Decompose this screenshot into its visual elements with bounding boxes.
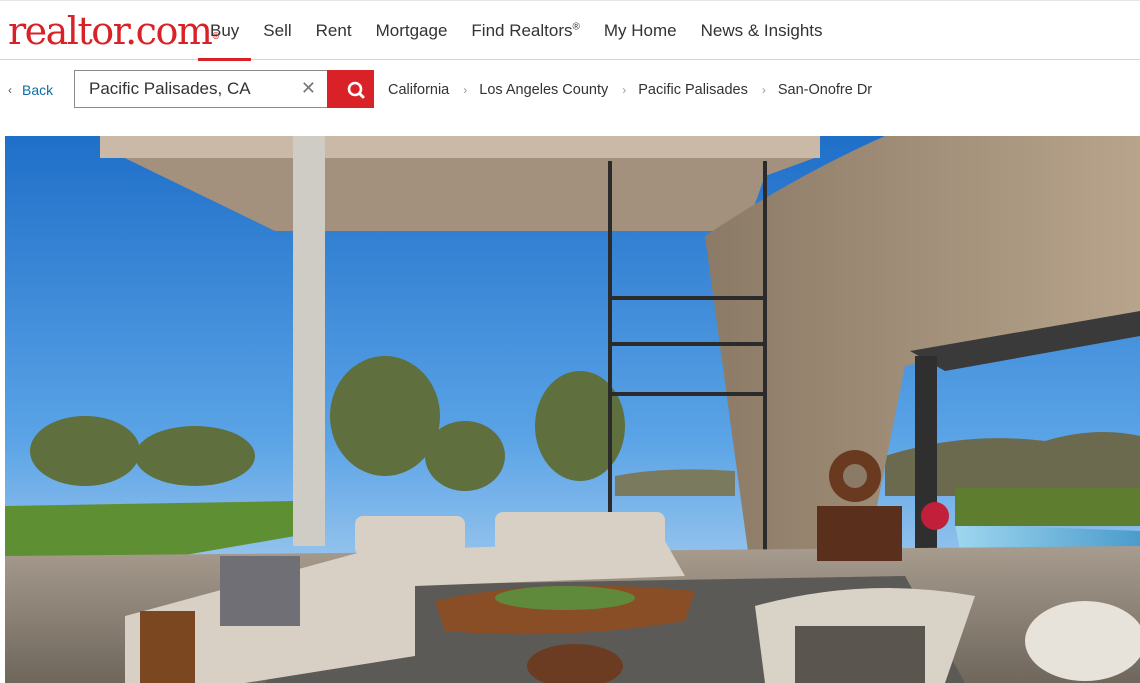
chevron-right-icon: › bbox=[463, 83, 468, 97]
chevron-right-icon: › bbox=[761, 83, 766, 97]
realtor-logo[interactable]: realtor.com® bbox=[8, 9, 220, 53]
back-link[interactable]: ‹ Back bbox=[8, 82, 53, 98]
nav-buy[interactable]: Buy bbox=[198, 1, 252, 61]
nav-sell-label: Sell bbox=[263, 21, 292, 40]
breadcrumb-los-angeles-county[interactable]: Los Angeles County bbox=[479, 82, 608, 98]
search-input[interactable] bbox=[75, 71, 285, 107]
logo-text: realtor.com bbox=[8, 9, 213, 53]
nav-news-insights[interactable]: News & Insights bbox=[689, 1, 835, 61]
nav-sell[interactable]: Sell bbox=[251, 1, 303, 61]
nav-mortgage[interactable]: Mortgage bbox=[364, 1, 460, 61]
nav-my-home[interactable]: My Home bbox=[592, 1, 689, 61]
nav-rent[interactable]: Rent bbox=[304, 1, 364, 61]
search-bar-row: ‹ Back ✕ California › Los Angeles County… bbox=[0, 60, 1140, 124]
listing-photo[interactable] bbox=[5, 136, 1140, 683]
chevron-left-icon: ‹ bbox=[8, 83, 12, 97]
close-icon[interactable]: ✕ bbox=[301, 78, 316, 99]
nav-my-home-label: My Home bbox=[603, 21, 677, 40]
breadcrumb-pacific-palisades[interactable]: Pacific Palisades bbox=[638, 82, 748, 98]
nav-news-insights-label: News & Insights bbox=[700, 21, 823, 40]
nav-mortgage-label: Mortgage bbox=[375, 21, 448, 40]
chevron-right-icon: › bbox=[622, 83, 627, 97]
listing-photo-illustration bbox=[5, 136, 1140, 683]
breadcrumb-san-onofre-dr[interactable]: San-Onofre Dr bbox=[778, 82, 872, 98]
site-header: realtor.com® Buy Sell Rent Mortgage Find… bbox=[0, 0, 1140, 61]
nav-find-realtors[interactable]: Find Realtors® bbox=[459, 1, 591, 61]
nav-rent-label: Rent bbox=[315, 21, 352, 40]
main-nav: Buy Sell Rent Mortgage Find Realtors® My… bbox=[198, 1, 835, 61]
nav-buy-label: Buy bbox=[210, 21, 240, 40]
breadcrumb-california[interactable]: California bbox=[388, 82, 449, 98]
breadcrumb: California › Los Angeles County › Pacifi… bbox=[388, 82, 872, 98]
nav-find-realtors-label: Find Realtors bbox=[471, 21, 573, 40]
search-box: ✕ bbox=[74, 70, 328, 108]
registered-mark: ® bbox=[572, 21, 580, 33]
search-button[interactable] bbox=[327, 70, 374, 108]
back-label: Back bbox=[22, 82, 54, 98]
search-icon bbox=[347, 81, 365, 99]
